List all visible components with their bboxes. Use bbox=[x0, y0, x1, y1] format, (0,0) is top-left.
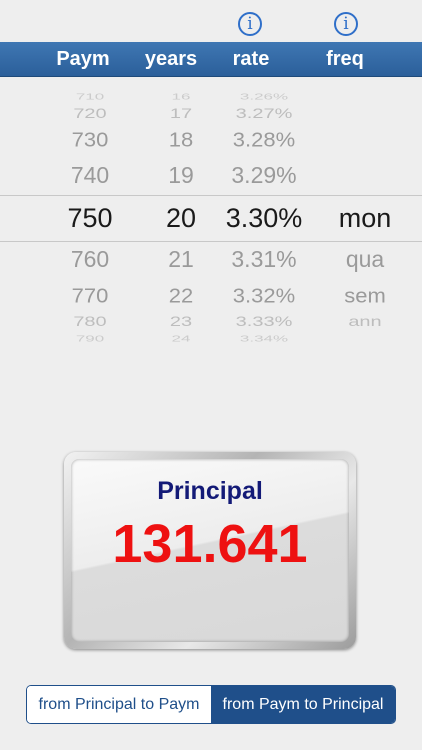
picker-cell-rate: 3.26% bbox=[239, 91, 289, 102]
picker-row[interactable]: 780 23 3.33% ann bbox=[0, 314, 422, 331]
picker-row[interactable]: 790 24 3.34% bbox=[0, 334, 422, 344]
picker-cell-years: 17 bbox=[169, 106, 193, 122]
picker-cell-rate: 3.27% bbox=[235, 106, 293, 122]
picker-cell-rate: 3.31% bbox=[231, 246, 297, 273]
picker-selection-line-bottom bbox=[0, 241, 422, 242]
column-header-bar: Paym years rate freq bbox=[0, 42, 422, 77]
picker-row[interactable]: 760 21 3.31% qua bbox=[0, 246, 422, 274]
picker-cell-paym: 780 bbox=[73, 314, 107, 330]
picker-row[interactable]: 730 18 3.28% bbox=[0, 128, 422, 152]
picker-cell-freq: sem bbox=[344, 283, 386, 307]
principal-result-panel: Principal 131.641 bbox=[71, 459, 349, 642]
column-header-rate: rate bbox=[232, 48, 270, 70]
picker-cell-rate: 3.34% bbox=[239, 333, 289, 344]
picker-cell-paym: 790 bbox=[75, 333, 105, 344]
picker-cell-paym: 740 bbox=[70, 162, 110, 189]
picker-cell-years: 19 bbox=[168, 162, 194, 189]
picker-cell-years: 20 bbox=[165, 202, 197, 233]
picker-cell-years: 18 bbox=[168, 127, 194, 151]
picker-cell-years: 16 bbox=[171, 91, 191, 102]
result-value: 131.641 bbox=[112, 514, 308, 574]
picker-cell-rate: 3.29% bbox=[231, 162, 297, 189]
loan-picker-wheel[interactable]: 710 16 3.26% 720 17 3.27% 730 18 3.28% 740 19 3.29%… bbox=[0, 78, 422, 343]
picker-cell-freq: ann bbox=[348, 314, 382, 330]
picker-cell-years: 24 bbox=[171, 333, 191, 344]
picker-cell-paym: 710 bbox=[75, 91, 105, 102]
column-header-years: years bbox=[144, 48, 198, 70]
picker-cell-rate: 3.28% bbox=[232, 127, 296, 151]
mode-segmented-control: from Principal to Paym from Paym to Prin… bbox=[26, 685, 396, 724]
picker-cell-rate: 3.30% bbox=[225, 202, 303, 233]
picker-row[interactable]: 710 16 3.26% bbox=[0, 92, 422, 102]
picker-cell-rate: 3.32% bbox=[232, 283, 296, 307]
picker-cell-years: 21 bbox=[168, 246, 194, 273]
picker-row[interactable]: 770 22 3.32% sem bbox=[0, 284, 422, 308]
picker-cell-paym: 770 bbox=[71, 283, 109, 307]
picker-row[interactable]: 740 19 3.29% bbox=[0, 162, 422, 190]
picker-cell-paym: 730 bbox=[71, 127, 109, 151]
result-label: Principal bbox=[157, 477, 263, 505]
info-row: i i bbox=[0, 8, 422, 42]
picker-cell-years: 22 bbox=[168, 283, 194, 307]
picker-row[interactable]: 720 17 3.27% bbox=[0, 106, 422, 123]
segment-paym-to-principal[interactable]: from Paym to Principal bbox=[211, 686, 395, 723]
principal-result-card: Principal 131.641 bbox=[64, 452, 356, 649]
picker-cell-rate: 3.33% bbox=[235, 314, 293, 330]
picker-cell-paym: 720 bbox=[73, 106, 107, 122]
picker-cell-paym: 760 bbox=[70, 246, 110, 273]
column-header-paym: Paym bbox=[56, 48, 110, 70]
segment-principal-to-paym[interactable]: from Principal to Paym bbox=[27, 686, 211, 723]
picker-selection-line-top bbox=[0, 195, 422, 196]
rate-info-icon[interactable]: i bbox=[238, 12, 262, 36]
picker-cell-years: 23 bbox=[169, 314, 193, 330]
picker-cell-freq: mon bbox=[338, 202, 392, 233]
picker-cell-paym: 750 bbox=[67, 202, 113, 233]
freq-info-icon[interactable]: i bbox=[334, 12, 358, 36]
picker-cell-freq: qua bbox=[345, 246, 385, 273]
column-header-freq: freq bbox=[326, 48, 364, 70]
picker-row[interactable]: 750 20 3.30% mon bbox=[0, 202, 422, 234]
